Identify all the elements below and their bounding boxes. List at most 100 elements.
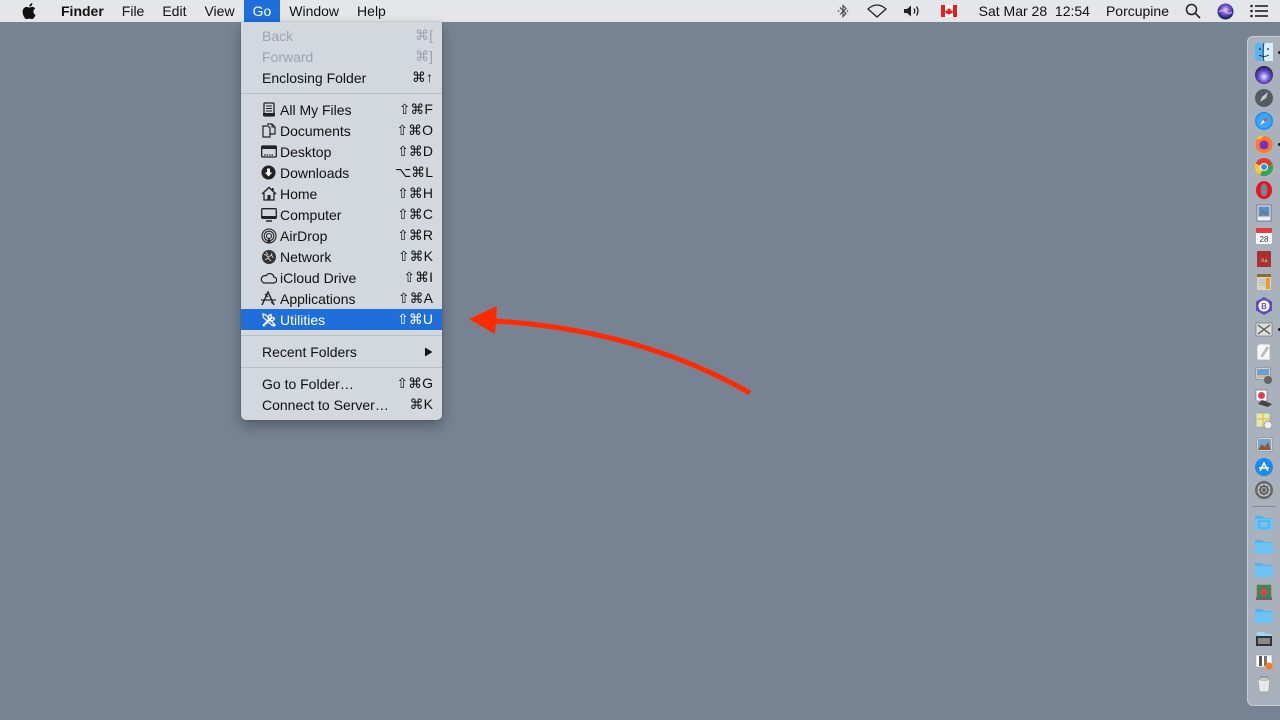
- menu-item-shortcut: ⇧⌘C: [397, 206, 433, 222]
- menu-item-forward[interactable]: Forward ⌘]: [241, 46, 442, 67]
- search-icon[interactable]: [1185, 3, 1201, 19]
- menu-item-shortcut: ⌘↑: [412, 69, 433, 85]
- notification-center-icon[interactable]: [1250, 4, 1268, 18]
- menu-finder[interactable]: Finder: [52, 0, 113, 22]
- computer-icon: [260, 207, 277, 223]
- dock-app-image-capture[interactable]: [1254, 365, 1274, 385]
- menu-item-go-to-folder[interactable]: Go to Folder… ⇧⌘G: [241, 373, 442, 394]
- menu-go[interactable]: Go: [243, 0, 281, 22]
- menu-item-downloads[interactable]: Downloads ⌥⌘L: [241, 162, 442, 183]
- menu-item-label: Enclosing Folder: [262, 69, 367, 86]
- dock-app-textedit[interactable]: [1254, 342, 1274, 362]
- dock-folder[interactable]: [1254, 605, 1274, 625]
- dock-app-launchpad[interactable]: [1254, 88, 1274, 108]
- gear-icon: [1255, 481, 1273, 500]
- dock-app-screenshot[interactable]: [1254, 319, 1280, 339]
- menu-item-utilities[interactable]: Utilities ⇧⌘U: [241, 309, 442, 330]
- dock-app-system-preferences[interactable]: [1254, 480, 1274, 500]
- dock-folder[interactable]: [1254, 536, 1274, 556]
- menu-help[interactable]: Help: [348, 0, 395, 22]
- downloads-stack-icon: [1256, 631, 1272, 646]
- siri-icon[interactable]: [1217, 3, 1234, 20]
- notes-icon: [1257, 274, 1271, 291]
- menu-item-back[interactable]: Back ⌘[: [241, 25, 442, 46]
- dock-app-firefox[interactable]: [1254, 134, 1280, 154]
- dock-app-preview[interactable]: [1254, 203, 1274, 223]
- menu-item-shortcut: ⇧⌘F: [398, 101, 433, 117]
- dock-app-finder[interactable]: [1254, 42, 1280, 62]
- menu-item-documents[interactable]: Documents ⇧⌘O: [241, 120, 442, 141]
- chrome-icon: [1254, 158, 1273, 177]
- menu-item-shortcut: ⇧⌘H: [397, 185, 433, 201]
- dock-stack-documents[interactable]: [1254, 651, 1274, 671]
- dock-stack-pictures[interactable]: [1254, 582, 1274, 602]
- user-name[interactable]: Porcupine: [1106, 3, 1169, 19]
- submenu-arrow-icon: [424, 344, 433, 360]
- menu-bar: Finder File Edit View Go Window Help Sat…: [0, 0, 1280, 22]
- annotation-arrow: [469, 306, 752, 396]
- menu-item-airdrop[interactable]: AirDrop ⇧⌘R: [241, 225, 442, 246]
- wifi-icon[interactable]: [866, 4, 887, 18]
- dock-app-siri[interactable]: [1254, 65, 1274, 85]
- menu-item-label: Utilities: [280, 311, 326, 328]
- dock-app-photos[interactable]: [1254, 434, 1274, 454]
- menu-file[interactable]: File: [113, 0, 154, 22]
- dock-stack-downloads[interactable]: [1254, 628, 1274, 648]
- dock-app-bbedit[interactable]: B: [1254, 296, 1274, 316]
- menu-item-computer[interactable]: Computer ⇧⌘C: [241, 204, 442, 225]
- apple-menu[interactable]: [19, 3, 39, 19]
- menu-item-desktop[interactable]: Desktop ⇧⌘D: [241, 141, 442, 162]
- dock-app-photo-viewer[interactable]: [1254, 388, 1274, 408]
- menu-item-shortcut: ⌘K: [409, 396, 433, 412]
- volume-icon[interactable]: [903, 4, 921, 18]
- menu-item-network[interactable]: Network ⇧⌘K: [241, 246, 442, 267]
- textedit-icon: [1256, 343, 1271, 361]
- canada-flag-icon[interactable]: [940, 5, 957, 17]
- menu-view[interactable]: View: [195, 0, 243, 22]
- menu-edit[interactable]: Edit: [153, 0, 195, 22]
- arrow-head: [469, 306, 497, 334]
- clock[interactable]: Sat Mar 28 12:54: [979, 3, 1090, 19]
- menu-item-enclosing-folder[interactable]: Enclosing Folder ⌘↑: [241, 67, 442, 88]
- bluetooth-icon[interactable]: [837, 4, 849, 18]
- bbedit-icon: B: [1256, 296, 1272, 315]
- dock-folder[interactable]: [1254, 559, 1274, 579]
- dock-app-app-store[interactable]: [1254, 457, 1274, 477]
- dock-app-chrome[interactable]: [1254, 157, 1274, 177]
- maps-icon: [1255, 412, 1273, 430]
- menu-window[interactable]: Window: [280, 0, 348, 22]
- menu-item-label: Forward: [262, 48, 314, 65]
- menu-item-recent-folders[interactable]: Recent Folders: [241, 341, 442, 362]
- folder-icon: [1255, 562, 1273, 577]
- photos-icon: [1256, 437, 1273, 452]
- menu-item-all-my-files[interactable]: All My Files ⇧⌘F: [241, 99, 442, 120]
- menu-item-shortcut: ⇧⌘G: [396, 375, 433, 391]
- dock-folder-applications[interactable]: [1254, 512, 1274, 532]
- menu-item-home[interactable]: Home ⇧⌘H: [241, 183, 442, 204]
- menu-item-label: iCloud Drive: [280, 269, 357, 286]
- dock-app-notes[interactable]: [1254, 272, 1274, 292]
- dock-app-dictionary[interactable]: Aa: [1254, 249, 1274, 269]
- documents-icon: [260, 123, 277, 139]
- go-menu-dropdown: Back ⌘[ Forward ⌘] Enclosing Folder ⌘↑ A…: [241, 22, 442, 420]
- dock-app-maps[interactable]: [1254, 411, 1274, 431]
- dock-app-safari[interactable]: [1254, 111, 1274, 131]
- svg-text:Aa: Aa: [1261, 258, 1268, 264]
- dock-trash[interactable]: [1254, 674, 1274, 694]
- arrow-shaft: [494, 318, 752, 396]
- dock-app-calendar[interactable]: 28: [1254, 226, 1274, 246]
- calendar-icon: 28: [1256, 228, 1272, 245]
- desktop-icon: [260, 144, 277, 160]
- menu-item-applications[interactable]: Applications ⇧⌘A: [241, 288, 442, 309]
- menu-item-icloud-drive[interactable]: iCloud Drive ⇧⌘I: [241, 267, 442, 288]
- menu-separator: [241, 335, 442, 336]
- siri-app-icon: [1255, 65, 1273, 84]
- menu-item-connect-to-server[interactable]: Connect to Server… ⌘K: [241, 394, 442, 415]
- firefox-icon: [1255, 135, 1273, 153]
- folder-icon: [1255, 516, 1273, 531]
- safari-icon: [1255, 111, 1273, 130]
- dock-app-opera[interactable]: [1254, 180, 1274, 200]
- menu-separator: [241, 367, 442, 368]
- menu-item-shortcut: ⌥⌘L: [395, 164, 433, 180]
- menu-item-shortcut: ⌘[: [415, 27, 433, 43]
